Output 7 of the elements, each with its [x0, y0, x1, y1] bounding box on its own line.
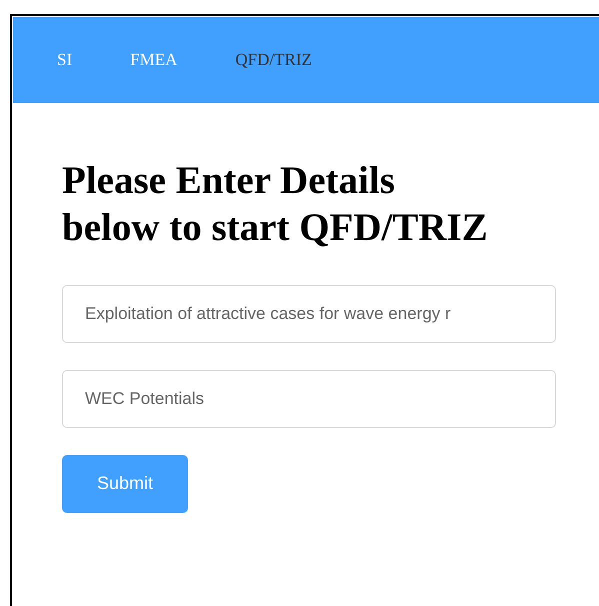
input-field[interactable]: Exploitation of attractive cases for wave energy r	[62, 284, 556, 343]
nav-link[interactable]: SI	[43, 47, 86, 73]
submit-button[interactable]: Submit	[62, 454, 188, 513]
page-heading: Please Enter Details below to start QFD/TRIZ	[62, 158, 489, 251]
input-field[interactable]: WEC Potentials	[62, 370, 556, 428]
nav-link[interactable]: FMEA	[116, 47, 192, 73]
nav-link[interactable]: QFD/TRIZ	[221, 47, 326, 73]
